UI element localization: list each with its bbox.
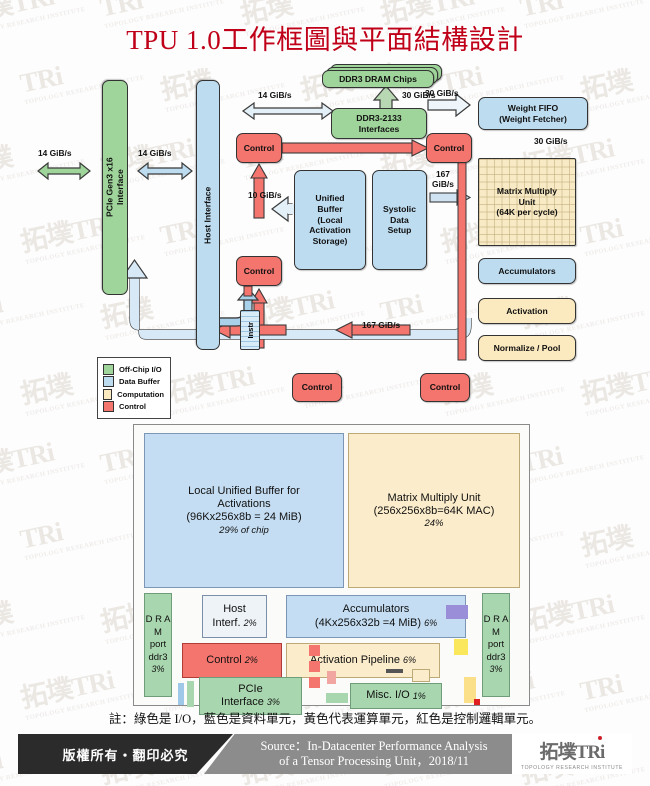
fp-control[interactable]: Control 2% <box>182 643 282 678</box>
speck-m <box>474 699 480 705</box>
label-bw-host-left: 14 GiB/s <box>38 148 72 158</box>
fp-mmu-pct: 24% <box>424 517 444 529</box>
label-bw-ub-10: 10 GiB/s <box>248 190 282 200</box>
label-bw-systolic-167: 167 GiB/s <box>432 169 454 189</box>
footer: Source：In-Datacenter Performance Analysi… <box>18 734 632 774</box>
speck-h <box>386 669 403 673</box>
note-text: 註：綠色是 I/O，藍色是資料單元，黃色代表運算單元，紅色是控制邏輯單元。 <box>108 712 542 726</box>
fp-accumulators[interactable]: Accumulators (4Kx256x32b =4 MiB) 6% <box>286 595 466 638</box>
block-normalize-pool[interactable]: Normalize / Pool <box>478 335 576 361</box>
fp-host-pct: 2% <box>243 617 257 628</box>
legend-label-offchip-io: Off-Chip I/O <box>119 364 162 374</box>
block-unified-buffer[interactable]: Unified Buffer (Local Activation Storage… <box>294 170 366 270</box>
footer-source: Source：In-Datacenter Performance Analysi… <box>204 734 544 774</box>
label-bw-fifo-mmu-30: 30 GiB/s <box>534 136 568 146</box>
block-control-top-left[interactable]: Control <box>236 133 282 163</box>
block-control-bottom-mid[interactable]: Control <box>292 373 342 402</box>
fp-dram-right-label: D R A M port ddr3 <box>483 614 509 663</box>
fp-dram-left-label: D R A M port ddr3 <box>145 614 171 663</box>
speck-i <box>412 669 430 682</box>
fp-misc-label: Misc. I/O <box>366 689 410 702</box>
speck-d <box>309 661 320 672</box>
legend-label-data-buffer: Data Buffer <box>119 377 160 386</box>
speck-g <box>326 693 348 703</box>
fp-matrix-multiply-unit[interactable]: Matrix Multiply Unit (256x256x8b=64K MAC… <box>348 433 520 588</box>
fp-acc-line2: (4Kx256x32b =4 MiB) 6% <box>314 616 438 629</box>
legend-swatch-control <box>103 401 114 412</box>
fp-lub-line3: (96Kx256x8b = 24 MiB) <box>186 511 302 524</box>
label-bw-host-right: 14 GiB/s <box>138 148 172 158</box>
speck-f <box>327 671 336 684</box>
tri-logo-sub: TOPOLOGY RESEARCH INSTITUTE <box>520 765 624 771</box>
fp-acc-pct: 6% <box>424 617 438 628</box>
tpu-block-diagram: DDR3 DRAM Chips DDR3-2133 Interfaces Wei… <box>0 60 650 419</box>
block-systolic-data-setup[interactable]: Systolic Data Setup <box>372 170 427 270</box>
block-pcie-interface[interactable]: PCIe Gen3 x16 Interface <box>102 80 128 295</box>
fp-host-line2: Interf. 2% <box>212 616 257 629</box>
speck-j <box>446 605 468 619</box>
legend-swatch-offchip-io <box>103 363 114 375</box>
fp-lub-line2: Activations <box>217 498 271 511</box>
fp-dram-right-pct: 3% <box>489 664 503 675</box>
fp-act-label: Activation Pipeline <box>310 653 400 666</box>
tri-logo-dot <box>598 736 603 740</box>
fp-mmu-line2: (256x256x8b=64K MAC) <box>373 504 495 517</box>
fp-host-interface[interactable]: Host Interf. 2% <box>202 595 267 638</box>
label-bw-ddr3-14: 14 GiB/s <box>258 90 292 100</box>
footer-source-line1: Source：In-Datacenter Performance Analysi… <box>260 738 488 753</box>
block-control-mid-left[interactable]: Control <box>236 256 282 286</box>
footer-source-line2: of a Tensor Processing Unit，2018/11 <box>279 754 469 768</box>
fp-dram-port-right[interactable]: D R A M port ddr3 3% <box>482 593 510 697</box>
tri-logo-main: 拓墣TRi <box>540 736 605 764</box>
block-instr[interactable]: Instr <box>240 310 260 350</box>
fp-control-label: Control <box>206 653 242 666</box>
block-dram-chips[interactable]: DDR3 DRAM Chips <box>322 70 434 88</box>
tri-logo: 拓墣TRi TOPOLOGY RESEARCH INSTITUTE <box>512 734 632 774</box>
speck-b <box>187 681 194 707</box>
fp-pcie-line1: PCIe <box>238 682 263 695</box>
footer-copyright: 版權所有‧翻印必究 <box>18 734 233 774</box>
fp-lub-pct: 29% of chip <box>219 524 269 536</box>
diagram-legend: Off-Chip I/O Data Buffer Computation Con… <box>97 357 171 419</box>
floorplan-die: Local Unified Buffer for Activations (96… <box>133 424 530 715</box>
fp-dram-port-left[interactable]: D R A M port ddr3 3% <box>144 593 172 697</box>
legend-item-computation: Computation <box>103 388 164 400</box>
fp-acc-line1: Accumulators <box>342 603 410 616</box>
legend-swatch-computation <box>103 388 113 400</box>
speck-e <box>309 677 320 688</box>
block-control-top-right[interactable]: Control <box>426 133 472 163</box>
label-bw-fifo-30: 30 GiB/s <box>425 88 459 98</box>
block-matrix-multiply-unit[interactable]: Matrix Multiply Unit (64K per cycle) <box>478 158 576 246</box>
speck-a <box>178 683 184 705</box>
fp-dram-left-pct: 3% <box>151 664 165 675</box>
block-instr-label: Instr <box>245 321 255 339</box>
fp-host-line1: Host <box>223 603 246 616</box>
page-title: TPU 1.0工作框圖與平面結構設計 <box>126 25 524 55</box>
fp-lub-line1: Local Unified Buffer for <box>188 485 300 498</box>
legend-item-control: Control <box>103 401 164 412</box>
block-weight-fifo[interactable]: Weight FIFO (Weight Fetcher) <box>478 97 588 130</box>
block-host-interface[interactable]: Host Interface <box>196 80 220 350</box>
fp-mmu-line1: Matrix Multiply Unit <box>387 491 481 504</box>
speck-k <box>454 639 468 655</box>
fp-misc-pct: 1% <box>412 690 426 701</box>
legend-label-computation: Computation <box>117 389 164 399</box>
fp-local-unified-buffer[interactable]: Local Unified Buffer for Activations (96… <box>144 433 344 588</box>
label-bw-bottom-167: 167 GiB/s <box>362 320 401 330</box>
block-accumulators[interactable]: Accumulators <box>478 258 576 284</box>
block-control-bottom-right[interactable]: Control <box>420 373 470 402</box>
speck-c <box>309 645 320 656</box>
block-ddr3-interfaces[interactable]: DDR3-2133 Interfaces <box>331 108 427 139</box>
fp-act-pct: 6% <box>402 655 416 666</box>
legend-swatch-data-buffer <box>103 376 114 387</box>
tpu-floorplan: Local Unified Buffer for Activations (96… <box>133 424 530 715</box>
legend-item-data-buffer: Data Buffer <box>103 376 164 387</box>
block-activation[interactable]: Activation <box>478 298 576 324</box>
legend-label-control: Control <box>119 402 146 411</box>
fp-pcie-pct: 3% <box>266 697 280 707</box>
fp-misc-io[interactable]: Misc. I/O 1% <box>350 683 442 709</box>
legend-item-offchip-io: Off-Chip I/O <box>103 363 164 375</box>
fp-control-pct: 2% <box>244 655 258 666</box>
slide-root: 拓墣TRi TOPOLOGY RESEARCH INSTITUTE TRi TOPOL… <box>0 0 650 786</box>
